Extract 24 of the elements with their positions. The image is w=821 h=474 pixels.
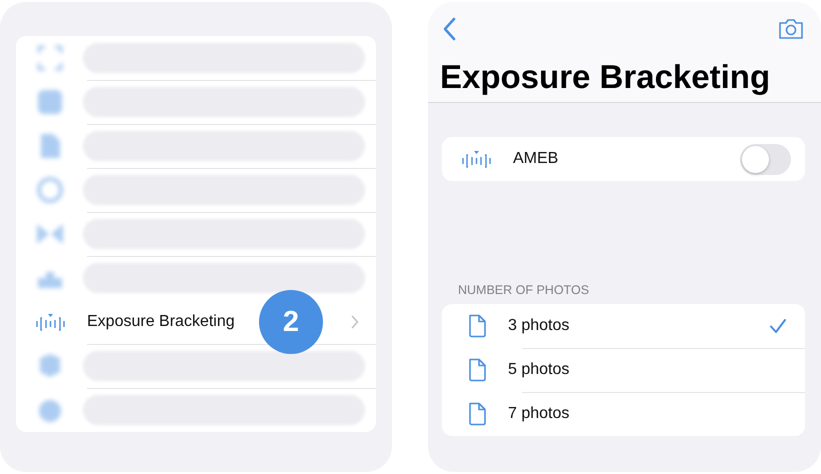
setting-label: AMEB [513,150,560,168]
document-icon [468,358,488,382]
bracketing-icon [36,313,65,331]
option-row[interactable]: 7 photos [442,392,805,436]
back-icon[interactable] [442,17,456,41]
option-label: 7 photos [508,405,570,423]
blurred-icon [36,88,64,116]
chevron-icon [351,315,359,329]
page-title: Exposure Bracketing [440,58,772,96]
document-icon [468,314,488,338]
settings-item[interactable]: Exposure Bracketing [87,313,235,331]
option-row[interactable]: 3 photos [442,304,805,348]
document-icon [468,402,488,426]
checkmark-icon [769,318,787,334]
option-label: 3 photos [508,317,570,335]
option-label: 5 photos [508,361,570,379]
option-row[interactable]: 5 photos [442,348,805,392]
blurred-icon [36,176,64,204]
section-header: NUMBER OF PHOTOS [458,283,590,297]
blurred-icon [36,44,64,72]
toggle-switch[interactable] [740,144,791,174]
step-badge: 2 [259,290,323,354]
bracketing-icon [462,150,491,168]
camera-icon[interactable] [777,18,805,40]
